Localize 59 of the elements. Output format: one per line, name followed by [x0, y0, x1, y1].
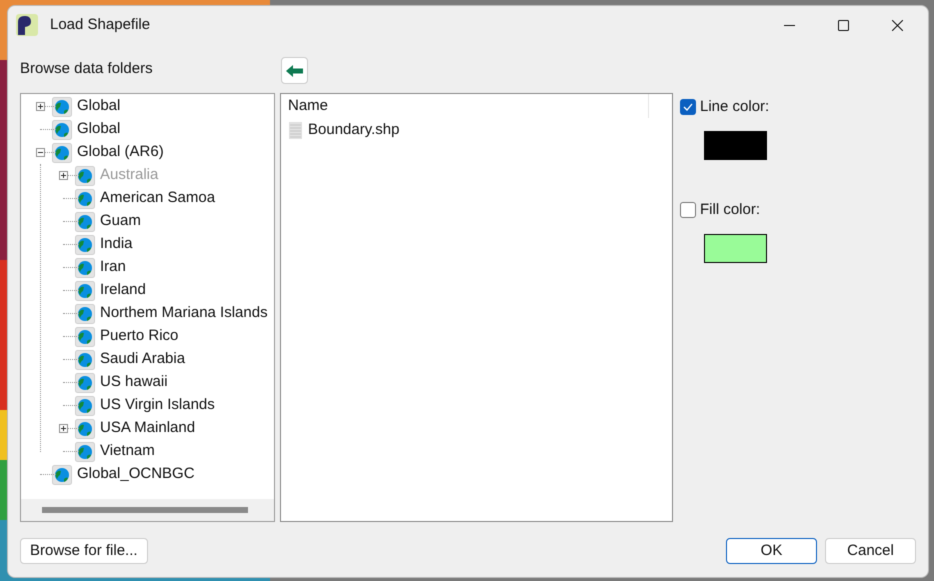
- column-header[interactable]: Name: [281, 94, 649, 118]
- globe-icon: [75, 418, 95, 438]
- tree-item[interactable]: US Virgin Islands: [100, 394, 215, 417]
- checkbox-label: Line color:: [700, 96, 770, 117]
- checkbox[interactable]: [680, 99, 696, 115]
- color-swatch[interactable]: [704, 234, 767, 263]
- tree-item[interactable]: Guam: [100, 210, 141, 233]
- section-label: Browse data folders: [20, 58, 154, 78]
- expand-icon[interactable]: [59, 171, 68, 180]
- globe-icon: [75, 304, 95, 324]
- globe-icon: [75, 372, 95, 392]
- browse-file-button[interactable]: Browse for file...: [20, 538, 148, 564]
- collapse-icon[interactable]: [36, 148, 45, 157]
- globe-icon: [52, 96, 72, 116]
- minimize-icon: [784, 24, 794, 26]
- maximize-icon: [838, 20, 848, 30]
- checkbox[interactable]: [680, 202, 696, 218]
- globe-icon: [75, 326, 95, 346]
- tree-item[interactable]: Northem Mariana Islands: [100, 302, 268, 325]
- close-icon: [892, 20, 902, 30]
- tree-item[interactable]: Ireland: [100, 279, 146, 302]
- tree-item[interactable]: USA Mainland: [100, 417, 196, 440]
- color-swatch[interactable]: [704, 131, 767, 160]
- checkbox-label: Fill color:: [700, 200, 760, 220]
- globe-icon: [75, 396, 95, 416]
- file-name[interactable]: Boundary.shp: [308, 118, 400, 142]
- globe-icon: [52, 142, 72, 162]
- tree-item[interactable]: Iran: [100, 256, 126, 279]
- check-icon: [683, 103, 693, 111]
- globe-icon: [75, 350, 95, 370]
- tree-item[interactable]: Vietnam: [100, 440, 155, 463]
- tree-item[interactable]: Saudi Arabia: [100, 348, 186, 371]
- globe-icon: [75, 188, 95, 208]
- tree-item[interactable]: India: [100, 233, 133, 256]
- globe-icon: [75, 166, 95, 186]
- globe-icon: [75, 234, 95, 254]
- expand-icon[interactable]: [59, 424, 68, 433]
- tree-item[interactable]: Global: [77, 95, 120, 118]
- tree-item[interactable]: Puerto Rico: [100, 325, 178, 348]
- globe-icon: [52, 120, 72, 140]
- globe-icon: [75, 212, 95, 232]
- globe-icon: [75, 258, 95, 278]
- left-arrow-icon: [286, 64, 303, 76]
- expand-icon[interactable]: [36, 102, 45, 111]
- file-icon: [289, 122, 302, 138]
- tree-item[interactable]: Global_OCNBGC: [77, 463, 195, 486]
- cancel-button[interactable]: Cancel: [825, 538, 916, 564]
- globe-icon: [52, 464, 72, 484]
- back-button[interactable]: [281, 57, 308, 84]
- app-logo-icon: [16, 14, 38, 36]
- scrollbar-thumb[interactable]: [42, 507, 248, 513]
- globe-icon: [75, 280, 95, 300]
- tree-item[interactable]: Global: [77, 118, 120, 141]
- tree-item[interactable]: American Samoa: [100, 187, 216, 210]
- ok-button[interactable]: OK: [726, 538, 817, 564]
- window-title: Load Shapefile: [50, 14, 150, 35]
- globe-icon: [75, 442, 95, 462]
- tree-item[interactable]: US hawaii: [100, 371, 168, 394]
- tree-item[interactable]: Global (AR6): [77, 141, 164, 164]
